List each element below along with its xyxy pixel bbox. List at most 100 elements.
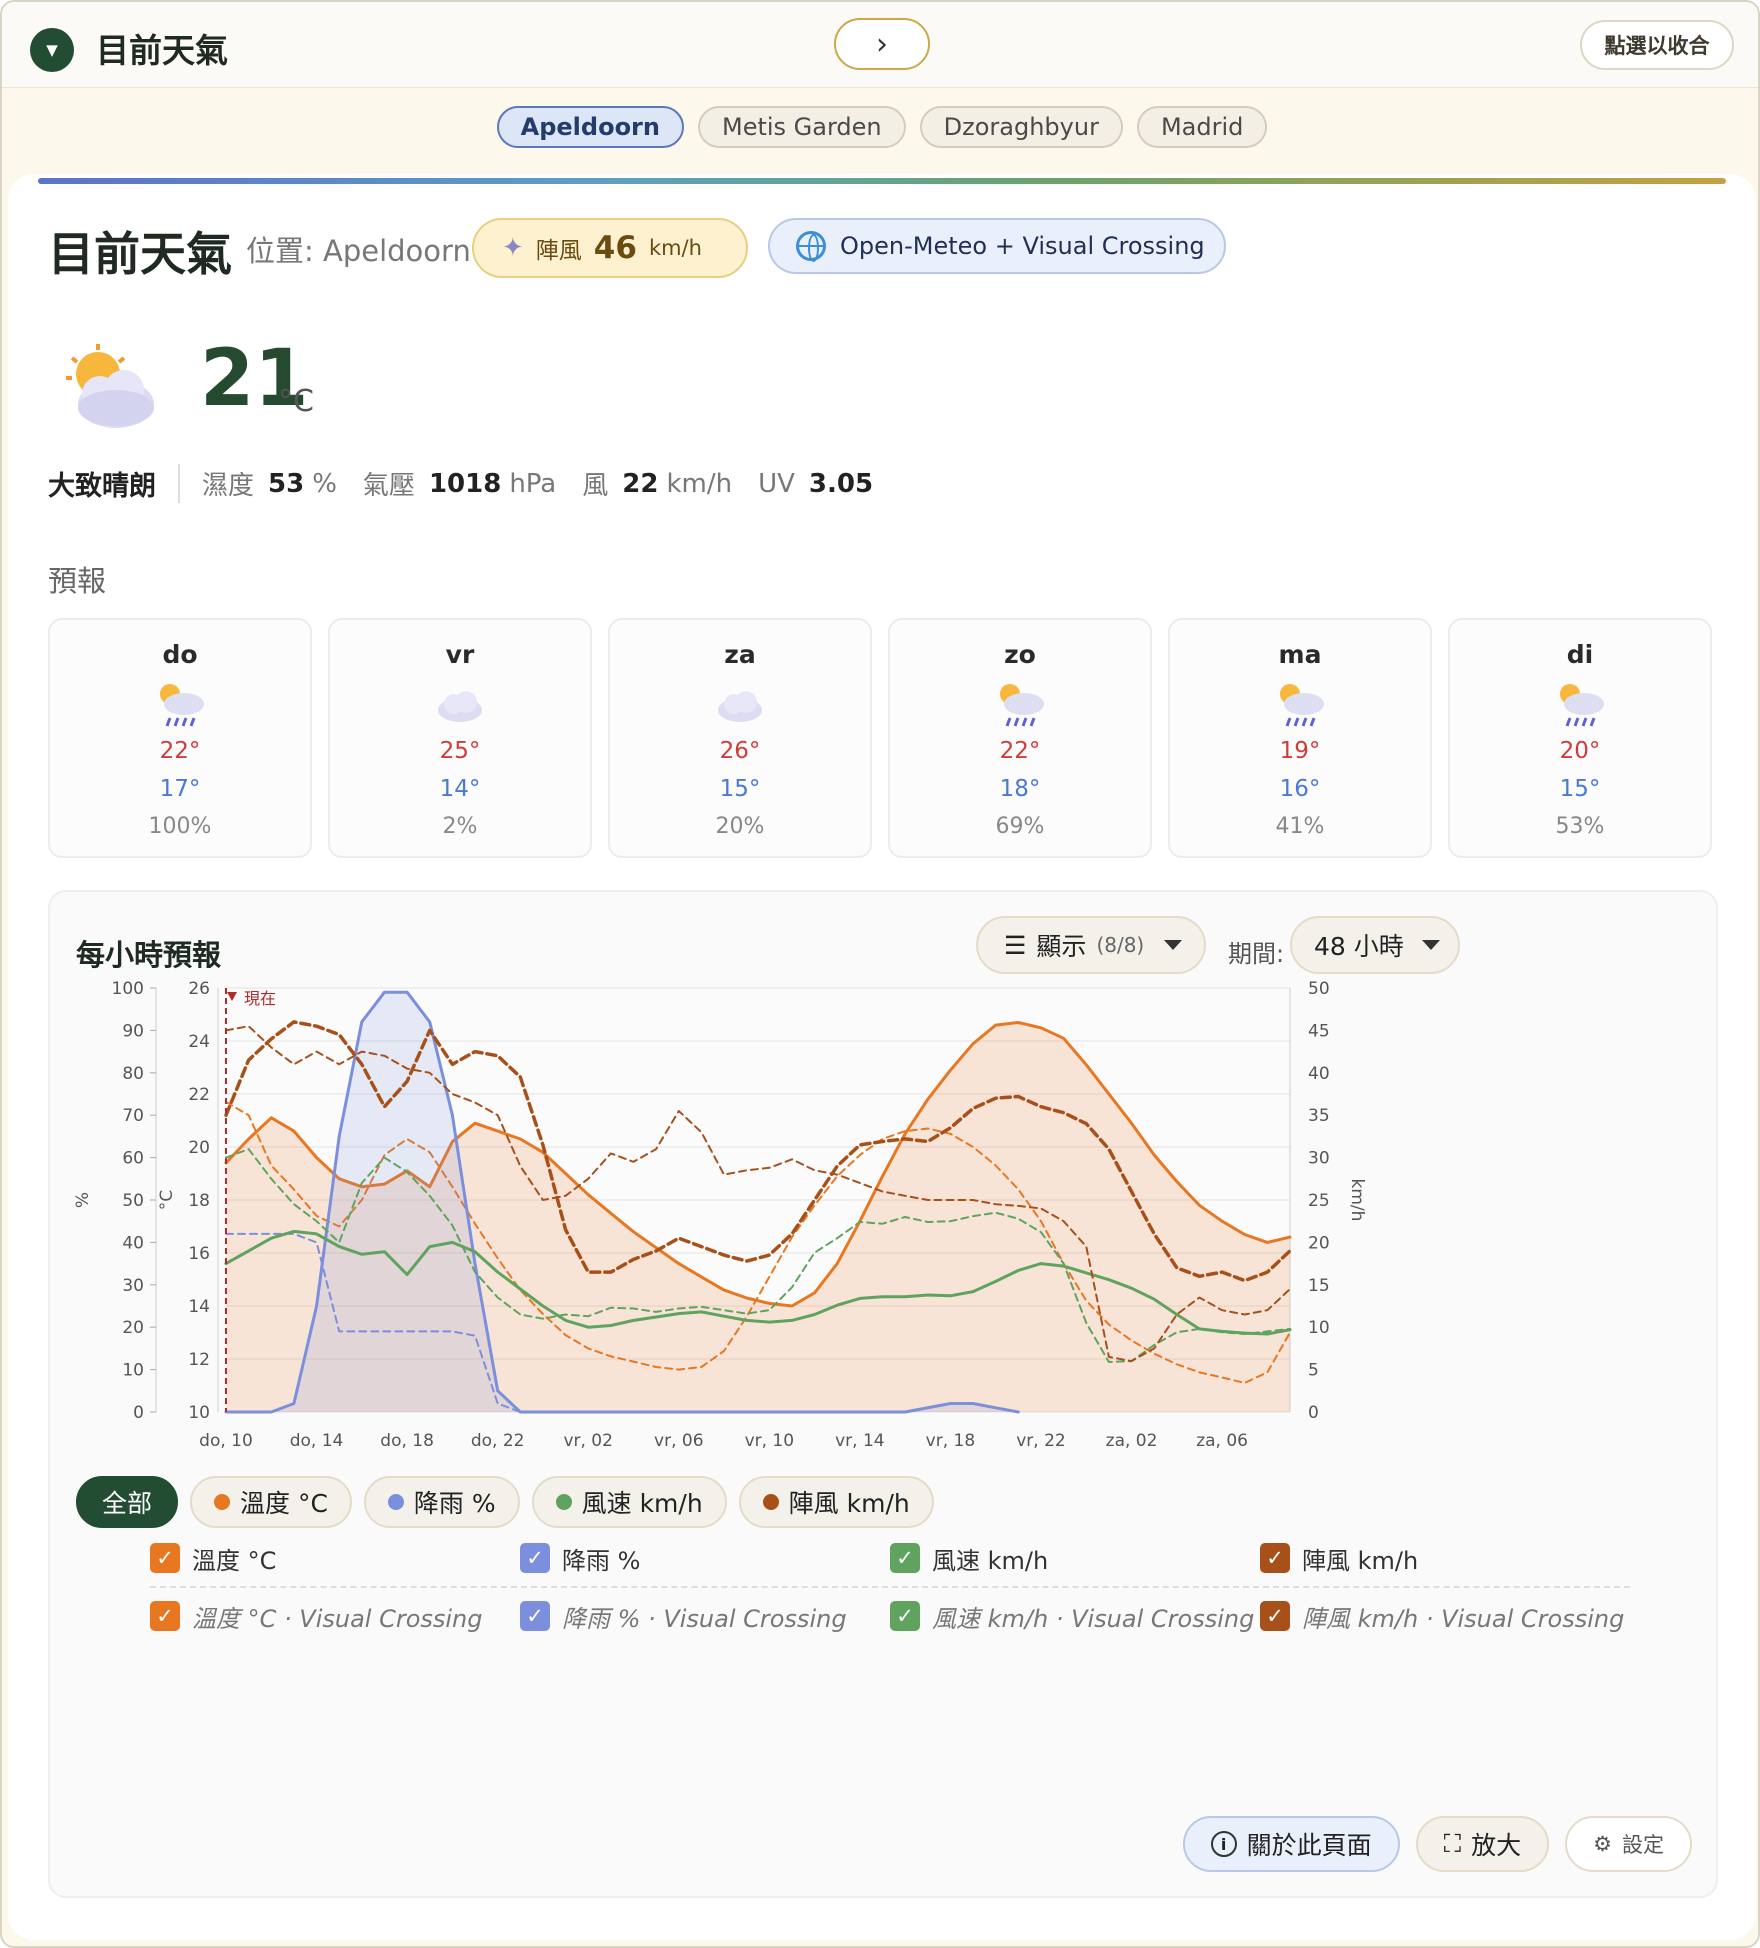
cloud-icon (718, 691, 762, 722)
current-stats: 大致晴朗 濕度 53 % 氣壓 1018 hPa 風 22 km/h UV 3.… (48, 464, 881, 503)
checkbox-label: 降雨 % · Visual Crossing (562, 1604, 847, 1633)
day-high: 19° (1279, 738, 1321, 764)
temp-tick-label: 16 (188, 1244, 210, 1264)
percent-axis-title: % (73, 1192, 93, 1208)
wind-label: 風 (582, 471, 609, 501)
globe-icon (796, 231, 826, 262)
day-precip: 41% (1275, 814, 1325, 839)
accent-bar (38, 178, 1726, 184)
x-tick-label: do, 14 (290, 1431, 344, 1451)
kmh-tick-label: 50 (1308, 979, 1330, 999)
pressure-value: 1018 (428, 468, 502, 499)
x-tick-label: vr, 22 (1016, 1431, 1066, 1451)
collapse-button[interactable]: 點選以收合 (1580, 20, 1734, 70)
hourly-chart[interactable]: 0102030405060708090100101214161820222426… (50, 972, 1716, 1472)
check-icon: ✓ (890, 1601, 920, 1631)
kmh-axis-title: km/h (1347, 1179, 1367, 1222)
wind-value: 22 (622, 468, 659, 499)
kmh-tick-label: 10 (1308, 1318, 1330, 1338)
show-label: 顯示 (1036, 932, 1087, 961)
temperature-unit: °C (278, 384, 314, 419)
filter-wind-chip[interactable]: 風速 km/h (531, 1476, 727, 1528)
check-icon: ✓ (1260, 1601, 1290, 1631)
series-checkbox[interactable]: ✓ 陣風 km/h (1260, 1541, 1630, 1576)
chevron-down-icon (1164, 940, 1183, 950)
day-name: do (162, 640, 198, 669)
forecast-day[interactable]: vr 25° 14° 2% (328, 618, 592, 858)
filter-all-chip[interactable]: 全部 (76, 1476, 179, 1528)
day-precip: 2% (442, 814, 478, 839)
precip-dot-icon (387, 1494, 404, 1510)
day-high: 25° (439, 738, 481, 764)
series-display-dropdown[interactable]: ☰ 顯示 (8/8) (976, 916, 1206, 974)
checkbox-label: 風速 km/h · Visual Crossing (932, 1604, 1255, 1633)
x-tick-label: do, 10 (199, 1431, 253, 1451)
forecast-day[interactable]: di 20° 15° 53% (1448, 618, 1712, 858)
about-page-button[interactable]: i 關於此頁面 (1182, 1816, 1400, 1872)
location-tab-metis-garden[interactable]: Metis Garden (697, 106, 906, 148)
series-checkbox[interactable]: ✓ 風速 km/h (890, 1541, 1260, 1576)
panel-actions: i 關於此頁面 ⛶ 放大 ⚙ 設定 (1182, 1816, 1692, 1872)
forecast-day[interactable]: ma 19° 16° 41% (1168, 618, 1432, 858)
data-source-badge[interactable]: Open-Meteo + Visual Crossing (768, 218, 1226, 274)
location-tab-apeldoorn[interactable]: Apeldoorn (496, 106, 684, 148)
percent-tick-label: 10 (122, 1361, 144, 1381)
zoom-label: 放大 (1471, 1831, 1522, 1860)
series-checkbox[interactable]: ✓ 溫度 °C (150, 1541, 520, 1576)
top-bar: ▼ 目前天氣 › 點選以收合 (2, 2, 1758, 88)
series-checkbox[interactable]: ✓ 降雨 % (520, 1541, 890, 1576)
filter-precip-chip[interactable]: 降雨 % (363, 1476, 520, 1528)
series-checkbox[interactable]: ✓ 風速 km/h · Visual Crossing (890, 1599, 1260, 1634)
percent-tick-label: 100 (112, 979, 144, 999)
location-tab-madrid[interactable]: Madrid (1136, 106, 1268, 148)
x-tick-label: do, 18 (380, 1431, 434, 1451)
checkbox-label: 溫度 °C · Visual Crossing (192, 1604, 483, 1633)
filter-temperature-chip[interactable]: 溫度 °C (190, 1476, 352, 1528)
condition-text: 大致晴朗 (48, 464, 180, 503)
temp-tick-label: 14 (188, 1297, 210, 1317)
kmh-tick-label: 35 (1308, 1106, 1330, 1126)
divider (150, 1586, 1630, 1588)
day-name: za (724, 640, 756, 669)
gust-value: 46 (593, 230, 637, 266)
day-high: 22° (159, 738, 201, 764)
list-icon: ☰ (1004, 930, 1027, 960)
humidity-label: 濕度 (202, 471, 255, 501)
chevron-down-icon (1421, 940, 1440, 950)
location-tab-dzoraghbyur[interactable]: Dzoraghbyur (919, 106, 1123, 148)
collapse-toggle-icon[interactable]: ▼ (30, 28, 74, 72)
day-low: 15° (1559, 776, 1601, 802)
kmh-tick-label: 15 (1308, 1276, 1330, 1296)
expand-chevron-button[interactable]: › (834, 18, 930, 70)
filter-gust-chip[interactable]: 陣風 km/h (738, 1476, 934, 1528)
temp-tick-label: 22 (188, 1085, 210, 1105)
series-checkbox[interactable]: ✓ 陣風 km/h · Visual Crossing (1260, 1599, 1630, 1634)
percent-tick-label: 30 (122, 1276, 144, 1296)
kmh-tick-label: 30 (1308, 1149, 1330, 1169)
settings-button[interactable]: ⚙ 設定 (1565, 1816, 1692, 1872)
hourly-title: 每小時預報 (76, 938, 222, 972)
humidity-value: 53 (268, 468, 305, 499)
temperature-dot-icon (214, 1494, 231, 1510)
wind-icon: ✦ (502, 233, 524, 263)
temp-tick-label: 24 (188, 1032, 210, 1052)
series-checkbox[interactable]: ✓ 降雨 % · Visual Crossing (520, 1599, 890, 1634)
check-icon: ✓ (150, 1601, 180, 1631)
day-precip: 20% (715, 814, 765, 839)
filter-label: 風速 km/h (581, 1489, 703, 1518)
kmh-tick-label: 0 (1308, 1403, 1319, 1423)
sun-rain-icon (1000, 684, 1044, 727)
forecast-title: 預報 (48, 564, 107, 598)
forecast-day[interactable]: za 26° 15° 20% (608, 618, 872, 858)
zoom-button[interactable]: ⛶ 放大 (1415, 1816, 1550, 1872)
x-tick-label: vr, 02 (563, 1431, 613, 1451)
check-icon: ✓ (890, 1543, 920, 1573)
uv-value: 3.05 (808, 468, 874, 499)
series-checkbox[interactable]: ✓ 溫度 °C · Visual Crossing (150, 1599, 520, 1634)
forecast-day[interactable]: do 22° 17° 100% (48, 618, 312, 858)
check-icon: ✓ (1260, 1543, 1290, 1573)
forecast-day[interactable]: zo 22° 18° 69% (888, 618, 1152, 858)
day-name: zo (1004, 640, 1036, 669)
period-dropdown[interactable]: 48 小時 (1290, 916, 1460, 974)
pressure-label: 氣壓 (362, 471, 415, 501)
